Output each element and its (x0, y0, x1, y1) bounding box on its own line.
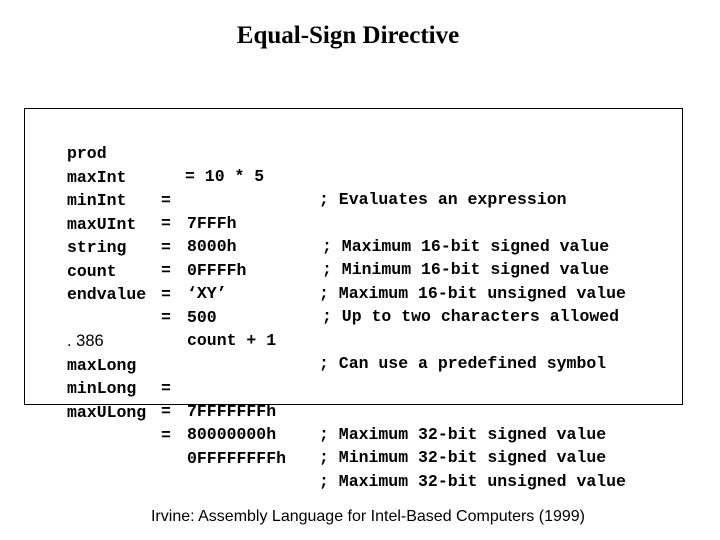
code-comment: ; Maximum 16-bit unsigned value (319, 283, 626, 303)
symbol-name: endvalue (67, 285, 147, 304)
equal-sign: = (161, 402, 171, 421)
symbol-value: 0FFFFh (187, 260, 247, 280)
code-line-directive: . 386 (25, 307, 104, 350)
symbol-value: count + 1 (187, 331, 277, 350)
code-line: minInt = 8000h ; Minimum 16-bit signed v… (25, 166, 609, 279)
symbol-value: 500 (187, 307, 217, 327)
symbol-name: count (67, 261, 117, 281)
symbol-name: string (67, 238, 127, 257)
code-line: maxUInt = 0FFFFh ; Maximum 16-bit unsign… (25, 190, 626, 303)
code-comment: ; Maximum 32-bit unsigned value (319, 471, 626, 491)
symbol-value: ‘XY’ (187, 284, 227, 303)
symbol-name: maxLong (67, 355, 137, 375)
code-comment: ; Minimum 16-bit signed value (322, 260, 610, 279)
code-comment: ; Can use a predefined symbol (319, 354, 607, 373)
code-comment: ; Evaluates an expression (319, 190, 567, 209)
equal-sign: = (161, 214, 171, 233)
symbol-name: maxInt (67, 167, 127, 187)
code-line: endvalue = count + 1 ; Can use a predefi… (25, 260, 606, 373)
code-comment: ; Maximum 16-bit signed value (322, 236, 610, 256)
processor-directive: . 386 (67, 332, 104, 350)
symbol-name: minInt (67, 191, 127, 210)
equal-sign: = (161, 378, 171, 398)
code-listing: prod = 10 * 5 ; Evaluates an expression … (24, 108, 683, 491)
equal-sign: = (161, 308, 171, 327)
equal-sign: = (161, 284, 171, 304)
symbol-value: = 10 * 5 (185, 167, 265, 186)
symbol-value: 80000000h (187, 425, 277, 444)
symbol-name: prod (67, 144, 107, 163)
equal-sign: = (161, 425, 171, 445)
code-line: count = 500 (25, 237, 217, 327)
symbol-name: minLong (67, 379, 137, 398)
code-line: maxInt = 7FFFh ; Maximum 16-bit signed v… (25, 143, 609, 256)
equal-sign: = (161, 237, 171, 257)
code-line-prod: prod = 10 * 5 ; Evaluates an expression (25, 119, 567, 209)
equal-sign: = (161, 190, 171, 210)
symbol-value: 0FFFFFFFFh (187, 448, 287, 468)
code-line: string = ‘XY’ ; Up to two characters all… (25, 213, 619, 326)
code-line: maxULong = 0FFFFFFFFh ; Maximum 32-bit u… (25, 378, 626, 491)
symbol-value: 7FFFh (187, 213, 237, 233)
symbol-value: 8000h (187, 237, 237, 256)
equal-sign: = (161, 261, 171, 280)
code-comment: ; Minimum 32-bit signed value (319, 448, 607, 467)
symbol-name: maxULong (67, 402, 147, 422)
code-comment: ; Maximum 32-bit signed value (319, 424, 607, 444)
code-line: minLong = 80000000h ; Minimum 32-bit sig… (25, 354, 606, 467)
symbol-value: 7FFFFFFFh (187, 401, 277, 421)
citation: Irvine: Assembly Language for Intel-Base… (150, 508, 585, 525)
code-line: maxLong = 7FFFFFFFh ; Maximum 32-bit sig… (25, 331, 606, 444)
code-comment: ; Up to two characters allowed (322, 307, 620, 326)
symbol-name: maxUInt (67, 214, 137, 234)
slide-title: Equal-Sign Directive (236, 22, 460, 49)
